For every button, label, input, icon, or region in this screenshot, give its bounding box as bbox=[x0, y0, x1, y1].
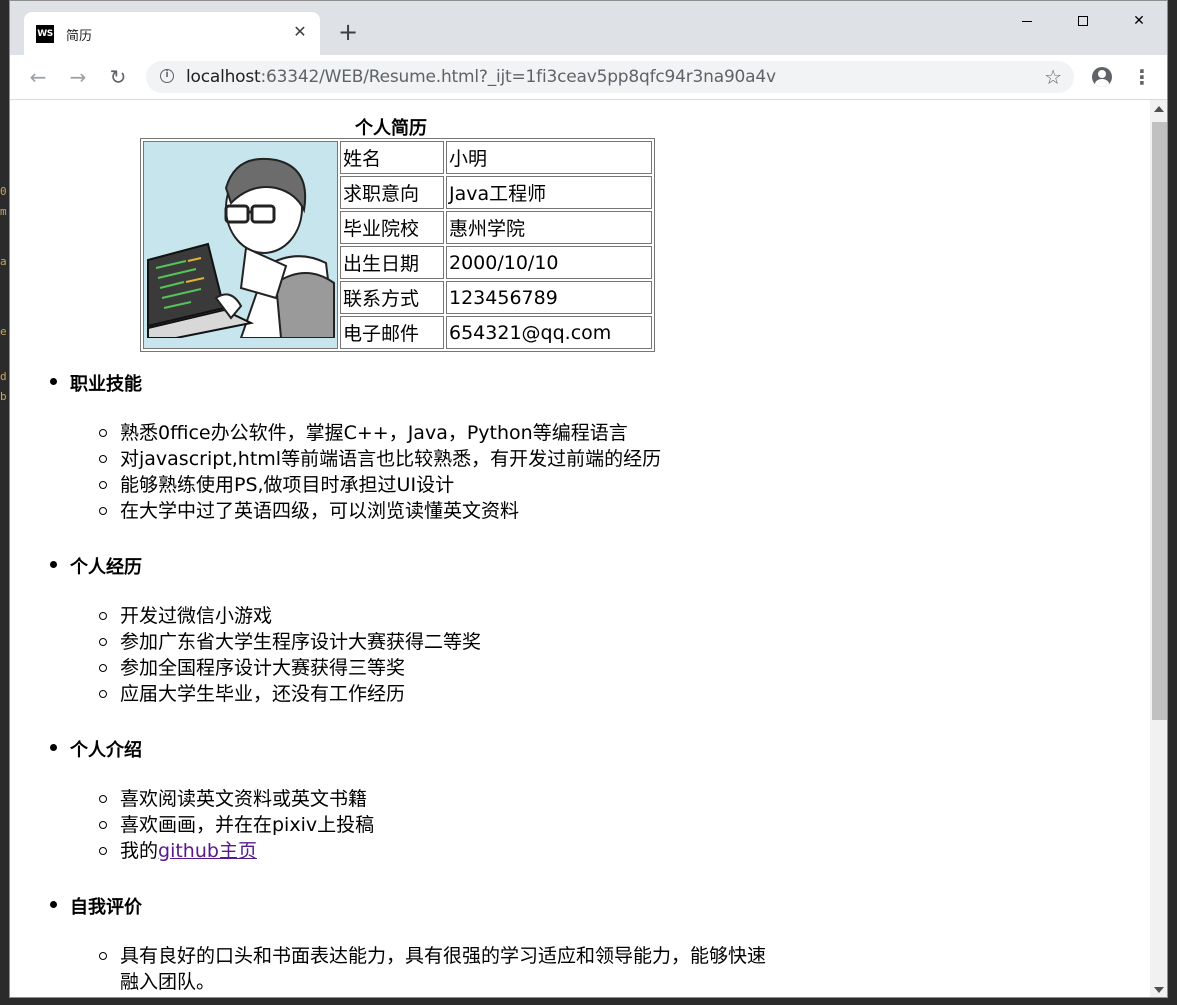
scrollbar-thumb[interactable] bbox=[1152, 122, 1167, 720]
row-key: 求职意向 bbox=[340, 176, 444, 209]
row-key: 联系方式 bbox=[340, 281, 444, 314]
site-info-icon[interactable]: i bbox=[160, 69, 174, 83]
tab-title: 简历 bbox=[66, 29, 93, 44]
row-value: Java工程师 bbox=[446, 176, 652, 209]
resume-table: 姓名 小明 求职意向 Java工程师 毕业院校 惠州学院 出生日期 2000/1… bbox=[140, 138, 655, 352]
minimize-button[interactable] bbox=[1004, 7, 1050, 35]
maximize-button[interactable] bbox=[1060, 7, 1106, 35]
row-key: 毕业院校 bbox=[340, 211, 444, 244]
url-path: :63342/WEB/Resume.html?_ijt=1fi3ceav5pp8… bbox=[260, 67, 777, 87]
row-key: 电子邮件 bbox=[340, 316, 444, 349]
vertical-scrollbar[interactable] bbox=[1150, 100, 1167, 997]
row-key: 出生日期 bbox=[340, 246, 444, 279]
address-bar[interactable]: i localhost:63342/WEB/Resume.html?_ijt=1… bbox=[146, 61, 1074, 93]
list-item: 开发过微信小游戏 bbox=[98, 603, 481, 629]
close-window-button[interactable]: ✕ bbox=[1116, 7, 1162, 35]
section-title-experience: 个人经历 bbox=[50, 553, 142, 579]
link-prefix: 我的 bbox=[120, 840, 159, 862]
list-item: 参加广东省大学生程序设计大赛获得二等奖 bbox=[98, 631, 482, 653]
resume-caption: 个人简历 bbox=[355, 118, 427, 139]
url-text[interactable]: localhost:63342/WEB/Resume.html?_ijt=1fi… bbox=[186, 67, 776, 87]
row-value: 惠州学院 bbox=[446, 211, 652, 244]
list-item: 能够熟练使用PS,做项目时承担过UI设计 bbox=[98, 472, 661, 498]
introduction-list: 喜欢阅读英文资料或英文书籍 喜欢画画，并在在pixiv上投稿 我的github主… bbox=[98, 786, 375, 864]
table-row: 姓名 小明 bbox=[143, 141, 652, 349]
list-item: 对javascript,html等前端语言也比较熟悉，有开发过前端的经历 bbox=[98, 448, 662, 470]
url-host: localhost bbox=[186, 67, 261, 87]
list-item: 我的github主页 bbox=[98, 838, 374, 864]
list-item: 喜欢画画，并在在pixiv上投稿 bbox=[98, 814, 375, 836]
reload-icon[interactable]: ↻ bbox=[106, 65, 130, 89]
active-tab[interactable]: WS 简历 ✕ bbox=[24, 12, 320, 55]
row-value: 2000/10/10 bbox=[446, 246, 652, 279]
github-link[interactable]: github主页 bbox=[158, 840, 257, 862]
scroll-up-arrow-icon[interactable] bbox=[1154, 106, 1164, 112]
forward-arrow-icon[interactable]: → bbox=[66, 65, 90, 89]
list-item: 在大学中过了英语四级，可以浏览读懂英文资料 bbox=[98, 498, 661, 524]
list-item: 具有良好的口头和书面表达能力，具有很强的学习适应和领导能力，能够快速融入团队。 bbox=[99, 943, 770, 995]
browser-menu-icon[interactable]: ⋮ bbox=[1132, 65, 1152, 89]
section-title-skills: 职业技能 bbox=[50, 370, 142, 396]
section-title-introduction: 个人介绍 bbox=[50, 736, 142, 762]
list-item: 熟悉0ffice办公软件，掌握C++，Java，Python等编程语言 bbox=[98, 420, 661, 446]
list-item: 参加全国程序设计大赛获得三等奖 bbox=[98, 655, 481, 681]
page-content: 个人简历 姓名 小明 求职意向 Java工程师 毕业院校 惠州学院 出生日期 2… bbox=[10, 100, 1150, 997]
row-value: 小明 bbox=[446, 141, 652, 174]
list-item: 喜欢阅读英文资料或英文书籍 bbox=[98, 786, 374, 812]
row-value: 123456789 bbox=[446, 281, 652, 314]
profile-avatar-icon[interactable] bbox=[1092, 67, 1112, 87]
scroll-down-arrow-icon[interactable] bbox=[1154, 987, 1164, 993]
bookmark-star-icon[interactable]: ☆ bbox=[1044, 65, 1062, 89]
back-arrow-icon[interactable]: ← bbox=[26, 65, 50, 89]
list-item: 应届大学生毕业，还没有工作经历 bbox=[98, 681, 481, 707]
new-tab-button[interactable]: + bbox=[336, 20, 360, 45]
row-value: 654321@qq.com bbox=[446, 316, 652, 349]
tab-strip: WS 简历 ✕ + ✕ bbox=[10, 1, 1167, 55]
skills-list: 熟悉0ffice办公软件，掌握C++，Java，Python等编程语言 对jav… bbox=[98, 420, 662, 524]
experience-list: 开发过微信小游戏 参加广东省大学生程序设计大赛获得二等奖 参加全国程序设计大赛获… bbox=[98, 603, 482, 707]
tab-close-icon[interactable]: ✕ bbox=[290, 22, 310, 42]
programmer-illustration-icon bbox=[146, 147, 337, 339]
profile-photo bbox=[143, 141, 338, 349]
browser-toolbar: ← → ↻ i localhost:63342/WEB/Resume.html?… bbox=[10, 55, 1167, 100]
row-key: 姓名 bbox=[340, 141, 444, 174]
self-evaluation-list: 具有良好的口头和书面表达能力，具有很强的学习适应和领导能力，能够快速融入团队。 bbox=[99, 943, 770, 995]
section-title-self-evaluation: 自我评价 bbox=[50, 893, 142, 919]
browser-window: WS 简历 ✕ + ✕ ← → ↻ i localhost:63342/WEB/… bbox=[9, 0, 1168, 998]
webstorm-favicon-icon: WS bbox=[36, 25, 54, 43]
